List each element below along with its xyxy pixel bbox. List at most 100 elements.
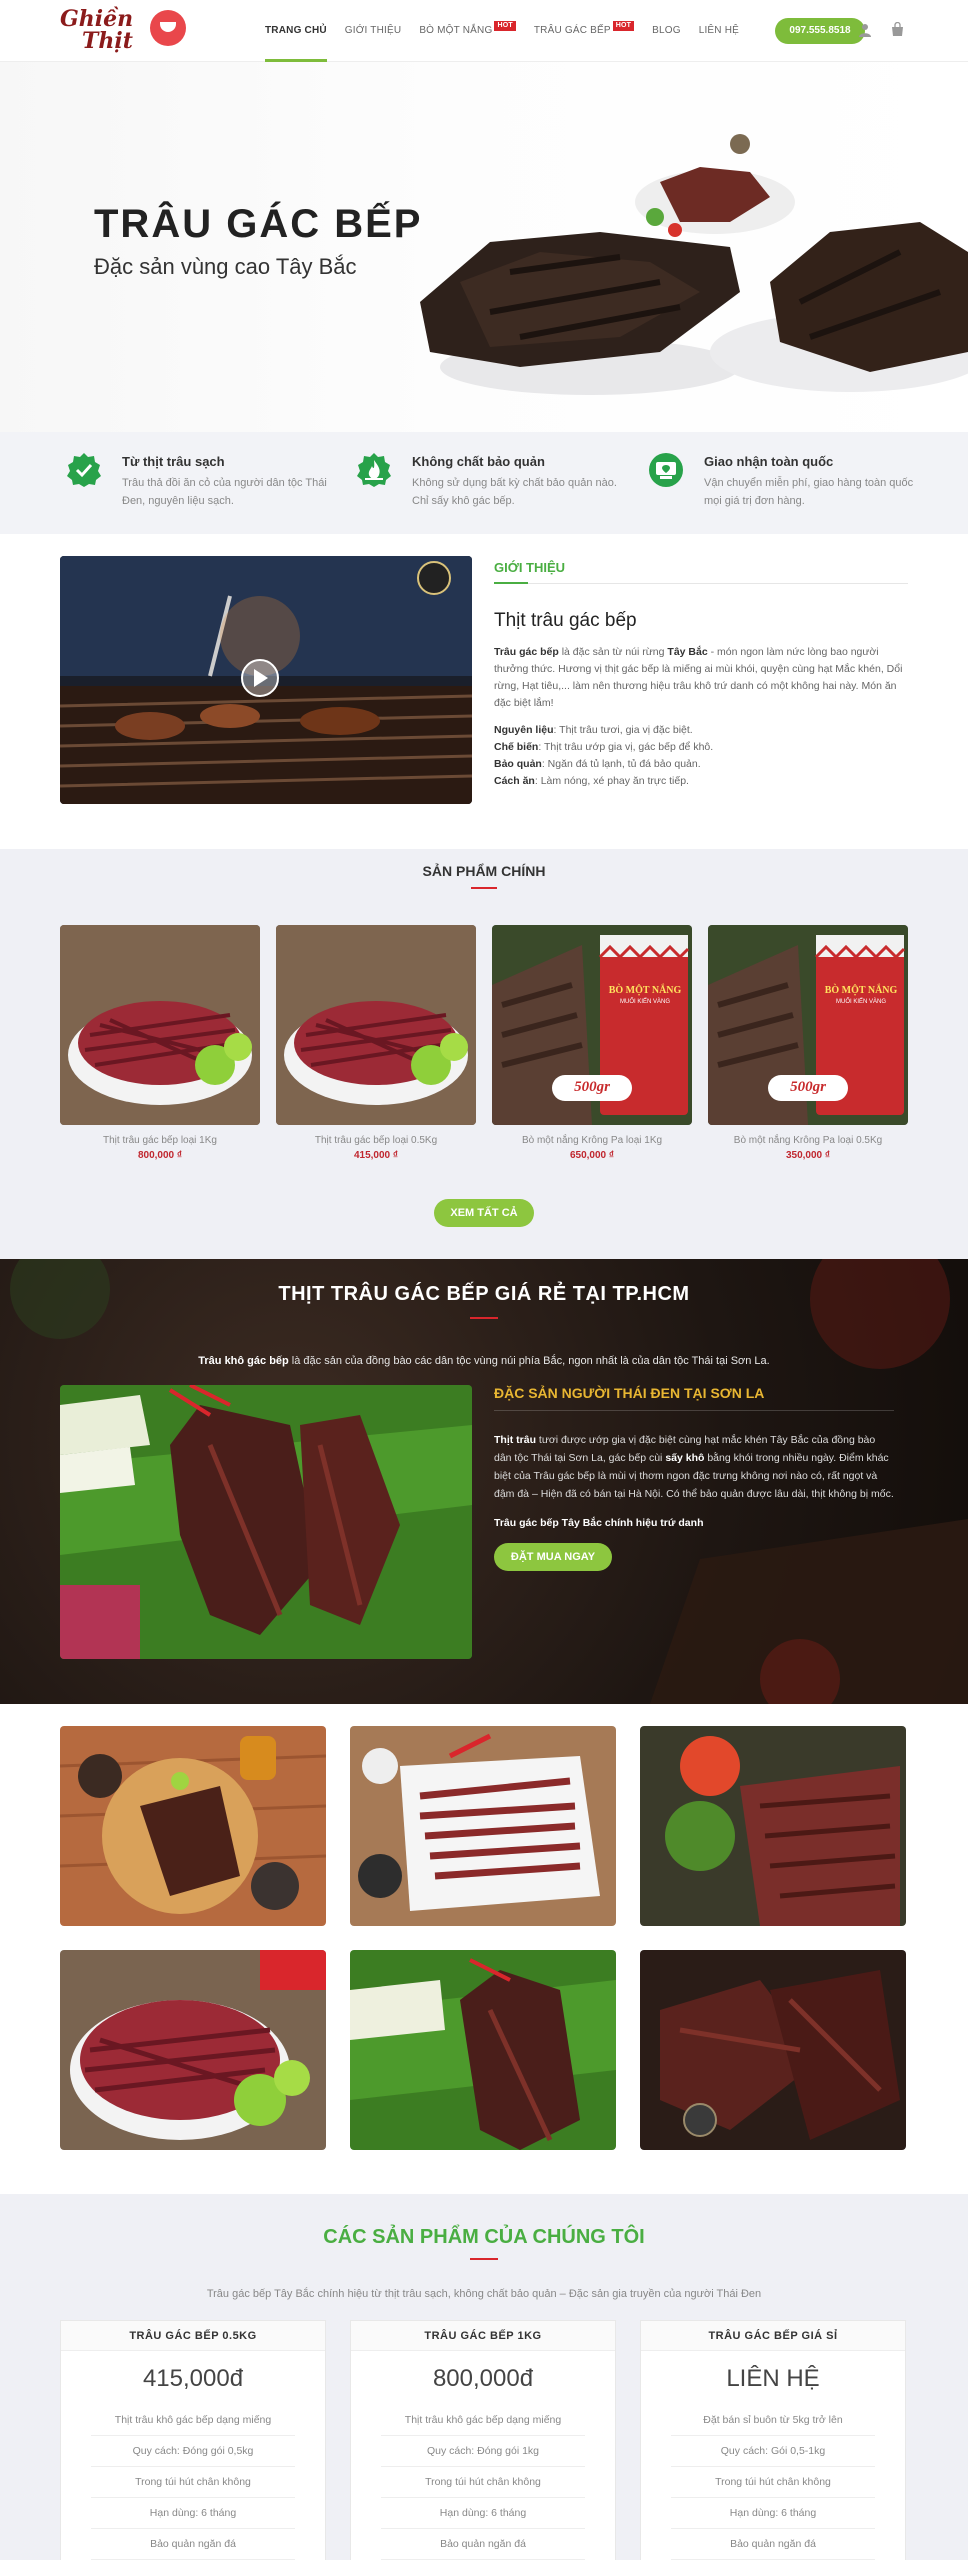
pack-sublabel: MUỐI KIẾN VÀNG <box>835 999 886 1005</box>
meat-mascot-icon <box>150 10 186 46</box>
spec-row: Bảo quản: Ngăn đá tủ lạnh, tủ đá bảo quả… <box>494 758 701 770</box>
nav-item-home[interactable]: TRANG CHỦ <box>265 0 327 62</box>
intro-specs: Nguyên liệu: Thịt trâu tươi, gia vị đặc … <box>494 722 908 790</box>
product-price: 800,000 ₫ <box>137 1150 183 1161</box>
feature-title: Giao nhận toàn quốc <box>704 454 834 469</box>
hero-subtitle: Đặc sản vùng cao Tây Bắc <box>94 254 357 279</box>
pricing-card-title: TRÂU GÁC BẾP 0.5KG <box>61 2321 325 2351</box>
pricing-feature: Trong túi hút chân không <box>381 2467 585 2498</box>
pricing-card-title: TRÂU GÁC BẾP GIÁ SỈ <box>641 2321 905 2351</box>
product-image[interactable] <box>276 925 476 1125</box>
product-name[interactable]: Bò một nắng Krông Pa loại 0.5Kg <box>708 1135 908 1146</box>
product-image[interactable]: BÒ MỘT NẮNG MUỐI KIẾN VÀNG 500gr <box>708 925 908 1125</box>
banner-strong-line: Trâu gác bếp Tây Bắc chính hiệu trứ danh <box>494 1517 704 1529</box>
pricing-feature: Thịt trâu khô gác bếp dạng miếng <box>91 2405 295 2436</box>
nav-item-bo-mot-nang[interactable]: BÒ MỘT NẮNG HOT <box>419 0 516 62</box>
title-underline <box>471 887 497 889</box>
gallery-image[interactable] <box>60 1726 326 1926</box>
pricing-card: TRÂU GÁC BẾP 1KG 800,000đ Thịt trâu khô … <box>350 2320 616 2560</box>
feature-text: Vận chuyển miễn phí, giao hàng toàn quốc… <box>704 477 914 507</box>
pricing-section: CÁC SẢN PHẨM CỦA CHÚNG TÔI Trâu gác bếp … <box>0 2194 968 2560</box>
products-title: SẢN PHẨM CHÍNH <box>422 863 546 879</box>
pricing-feature: Trong túi hút chân không <box>671 2467 875 2498</box>
location-badge-icon <box>649 453 683 487</box>
banner-title: THỊT TRÂU GÁC BẾP GIÁ RẺ TẠI TP.HCM <box>278 1283 690 1305</box>
nav-item-about[interactable]: GIỚI THIỆU <box>345 0 402 62</box>
product-card[interactable]: BÒ MỘT NẮNG MUỐI KIẾN VÀNG 500gr Bò một … <box>708 925 908 1161</box>
shopping-bag-icon[interactable] <box>890 22 905 37</box>
nav-item-contact[interactable]: LIÊN HỆ <box>699 0 739 62</box>
intro-paragraph: Trâu gác bếp là đặc sản từ núi rừng Tây … <box>494 646 903 709</box>
hero-image-buffalo-jerky <box>420 134 968 395</box>
fire-badge-icon <box>357 453 391 487</box>
site-logo[interactable]: Ghiền Thịt <box>60 4 190 58</box>
product-image[interactable]: BÒ MỘT NẮNG MUỐI KIẾN VÀNG 500gr <box>492 925 692 1125</box>
photo-gallery <box>0 1704 968 2194</box>
nav-item-trau-gac-bep[interactable]: TRÂU GÁC BẾP HOT <box>534 0 635 62</box>
gallery-image[interactable] <box>350 1950 616 2150</box>
nav-item-blog[interactable]: BLOG <box>652 0 681 62</box>
user-icon[interactable] <box>858 23 872 37</box>
pricing-feature: Đặt bán sỉ buôn từ 5kg trở lên <box>671 2405 875 2436</box>
grill-video-thumbnail <box>60 556 472 804</box>
main-nav: TRANG CHỦ GIỚI THIỆU BÒ MỘT NẮNG HOT TRÂU… <box>265 0 757 62</box>
pricing-feature: Bảo quản ngăn đá <box>381 2529 585 2560</box>
pricing-card-title: TRÂU GÁC BẾP 1KG <box>351 2321 615 2351</box>
spec-row: Cách ăn: Làm nóng, xé phay ăn trực tiếp. <box>494 775 689 787</box>
pack-weight: 500gr <box>790 1079 826 1095</box>
pricing-feature: Quy cách: Đóng gói 0,5kg <box>91 2436 295 2467</box>
hero-banner: TRÂU GÁC BẾP Đặc sản vùng cao Tây Bắc <box>0 62 968 432</box>
logo-text-line2: Thịt <box>82 28 133 54</box>
pricing-feature: Thịt trâu khô gác bếp dạng miếng <box>381 2405 585 2436</box>
pricing-feature: Bảo quản ngăn đá <box>671 2529 875 2560</box>
feature-title: Từ thịt trâu sạch <box>122 454 225 469</box>
product-price: 415,000 ₫ <box>353 1150 399 1161</box>
banner-lead: Trâu khô gác bếp là đặc sản của đồng bào… <box>198 1355 770 1367</box>
pricing-feature: Quy cách: Đóng gói 1kg <box>381 2436 585 2467</box>
gallery-image[interactable] <box>350 1726 616 1926</box>
order-now-button[interactable]: ĐẶT MUA NGAY <box>494 1543 612 1571</box>
gallery-image[interactable] <box>640 1950 906 2150</box>
spec-row: Nguyên liệu: Thịt trâu tươi, gia vị đặc … <box>494 724 693 736</box>
phone-button[interactable]: 097.555.8518 <box>775 18 865 44</box>
pack-sublabel: MUỐI KIẾN VÀNG <box>619 999 670 1005</box>
view-all-button[interactable]: XEM TẤT CẢ <box>434 1199 534 1227</box>
pricing-feature: Quy cách: Gói 0,5-1kg <box>671 2436 875 2467</box>
product-price: 350,000 ₫ <box>785 1150 831 1161</box>
intro-label: GIỚI THIỆU <box>494 556 908 584</box>
pack-label: BÒ MỘT NẮNG <box>608 985 682 996</box>
banner-text: ĐẶC SẢN NGƯỜI THÁI ĐEN TẠI SƠN LA Thịt t… <box>494 1385 894 1571</box>
pricing-card: TRÂU GÁC BẾP GIÁ SỈ LIÊN HỆ Đặt bán sỉ b… <box>640 2320 906 2560</box>
product-card[interactable]: BÒ MỘT NẮNG MUỐI KIẾN VÀNG 500gr Bò một … <box>492 925 692 1161</box>
feature-text: Trâu thả đồi ăn cỏ của người dân tộc Thá… <box>122 477 327 507</box>
gallery-image[interactable] <box>60 1950 326 2150</box>
gallery-image[interactable] <box>640 1726 906 1926</box>
hot-badge: HOT <box>612 21 635 31</box>
pack-weight: 500gr <box>574 1079 610 1095</box>
product-name[interactable]: Thịt trâu gác bếp loại 1Kg <box>60 1135 260 1146</box>
pack-label: BÒ MỘT NẮNG <box>824 985 898 996</box>
products-section: SẢN PHẨM CHÍNH Thịt trâu gác bếp loại 1K… <box>0 849 968 1259</box>
product-card[interactable]: Thịt trâu gác bếp loại 1Kg 800,000 ₫ <box>60 925 260 1161</box>
product-image[interactable] <box>60 925 260 1125</box>
hot-badge: HOT <box>494 21 516 31</box>
intro-heading: Thịt trâu gác bếp <box>494 610 637 631</box>
intro-text: GIỚI THIỆU Thịt trâu gác bếp Trâu gác bế… <box>494 556 908 790</box>
pricing-feature: Hạn dùng: 6 tháng <box>381 2498 585 2529</box>
pricing-feature: Trong túi hút chân không <box>91 2467 295 2498</box>
intro-section: GIỚI THIỆU Thịt trâu gác bếp Trâu gác bế… <box>0 534 968 849</box>
hero-title: TRÂU GÁC BẾP <box>94 202 423 246</box>
features-strip: Từ thịt trâu sạch Trâu thả đồi ăn cỏ của… <box>0 432 968 534</box>
pricing-feature: Hạn dùng: 6 tháng <box>91 2498 295 2529</box>
check-badge-icon <box>67 453 101 487</box>
pricing-card-price: 800,000đ <box>432 2365 534 2392</box>
product-card[interactable]: Thịt trâu gác bếp loại 0.5Kg 415,000 ₫ <box>276 925 476 1161</box>
pricing-card: TRÂU GÁC BẾP 0.5KG 415,000đ Thịt trâu kh… <box>60 2320 326 2560</box>
site-header: Ghiền Thịt TRANG CHỦ GIỚI THIỆU BÒ MỘT N… <box>0 0 968 62</box>
banner-paragraph: Thịt trâu tươi được ướp gia vị đặc biệt … <box>494 1434 894 1500</box>
product-name[interactable]: Bò một nắng Krông Pa loại 1Kg <box>492 1135 692 1146</box>
intro-video[interactable] <box>60 556 472 804</box>
product-name[interactable]: Thịt trâu gác bếp loại 0.5Kg <box>276 1135 476 1146</box>
pricing-card-price: LIÊN HỆ <box>726 2365 820 2392</box>
title-underline <box>470 1317 498 1319</box>
